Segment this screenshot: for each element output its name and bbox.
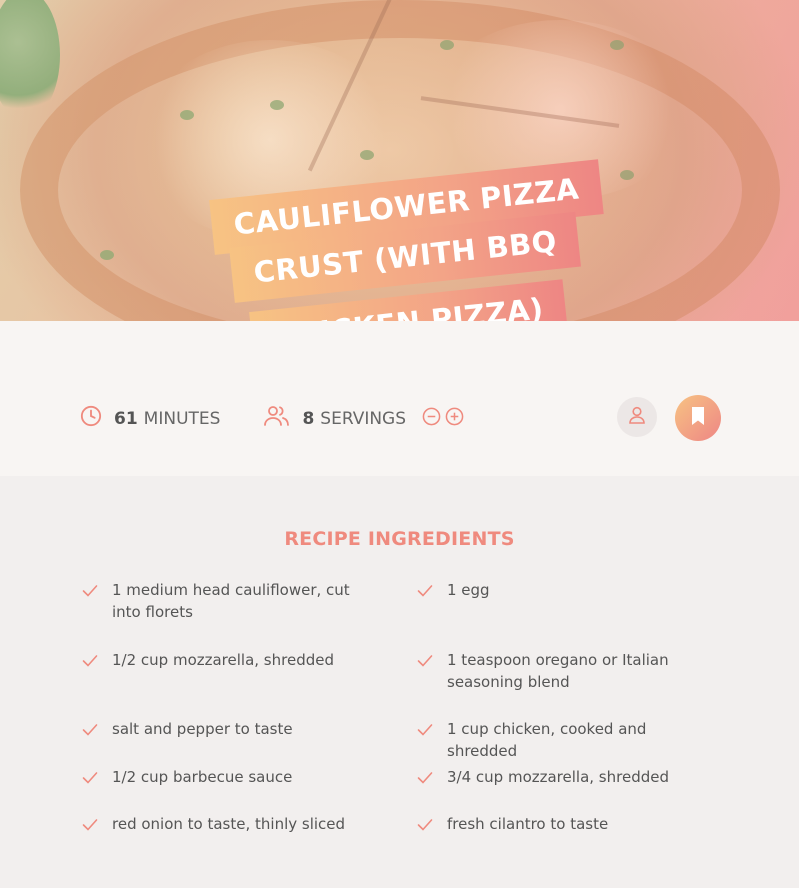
list-item: 1 medium head cauliflower, cut into flor… — [82, 579, 382, 623]
ingredient-text: 1 egg — [447, 581, 490, 599]
check-icon — [82, 721, 98, 743]
servings: 8 SERVINGS — [264, 405, 464, 432]
ingredient-text: 1 medium head cauliflower, cut into flor… — [112, 581, 350, 621]
plus-circle-icon[interactable] — [445, 407, 464, 431]
user-button[interactable] — [617, 397, 657, 437]
ingredient-text: salt and pepper to taste — [112, 720, 293, 738]
check-icon — [417, 769, 433, 791]
check-icon — [417, 652, 433, 674]
user-icon — [627, 405, 647, 429]
recipe-meta-bar: 61 MINUTES 8 SERVINGS — [0, 321, 799, 476]
ingredient-text: 1/2 cup mozzarella, shredded — [112, 651, 334, 669]
list-item: red onion to taste, thinly sliced — [82, 813, 345, 835]
check-icon — [417, 721, 433, 743]
ingredient-text: 1 teaspoon oregano or Italian seasoning … — [447, 651, 669, 691]
servings-unit: SERVINGS — [320, 408, 407, 429]
check-icon — [82, 816, 98, 838]
ingredients-section: RECIPE INGREDIENTS 1 medium head caulifl… — [0, 476, 799, 888]
list-item: 1 teaspoon oregano or Italian seasoning … — [417, 649, 717, 693]
ingredient-text: 1 cup chicken, cooked and shredded — [447, 720, 647, 760]
list-item: 1/2 cup barbecue sauce — [82, 766, 292, 788]
minus-circle-icon[interactable] — [422, 407, 441, 431]
list-item: 1 egg — [417, 579, 490, 601]
people-icon — [264, 405, 290, 432]
check-icon — [82, 582, 98, 604]
ingredients-heading: RECIPE INGREDIENTS — [284, 528, 515, 550]
time-unit: MINUTES — [143, 408, 221, 429]
bookmark-button[interactable] — [675, 395, 721, 441]
list-item: 3/4 cup mozzarella, shredded — [417, 766, 669, 788]
check-icon — [417, 582, 433, 604]
time-value: 61 — [114, 408, 138, 429]
check-icon — [82, 652, 98, 674]
ingredient-text: 3/4 cup mozzarella, shredded — [447, 768, 669, 786]
ingredient-text: red onion to taste, thinly sliced — [112, 815, 346, 833]
servings-stepper — [422, 407, 464, 431]
list-item: 1 cup chicken, cooked and shredded — [417, 718, 717, 762]
check-icon — [417, 816, 433, 838]
ingredient-text: fresh cilantro to taste — [447, 815, 609, 833]
list-item: 1/2 cup mozzarella, shredded — [82, 649, 334, 671]
cook-time: 61 MINUTES — [80, 405, 220, 432]
list-item: fresh cilantro to taste — [417, 813, 608, 835]
clock-icon — [80, 405, 102, 432]
ingredient-text: 1/2 cup barbecue sauce — [112, 768, 293, 786]
bookmark-icon — [690, 406, 706, 430]
check-icon — [82, 769, 98, 791]
hero-image — [0, 0, 799, 321]
servings-value: 8 — [302, 408, 315, 429]
list-item: salt and pepper to taste — [82, 718, 293, 740]
